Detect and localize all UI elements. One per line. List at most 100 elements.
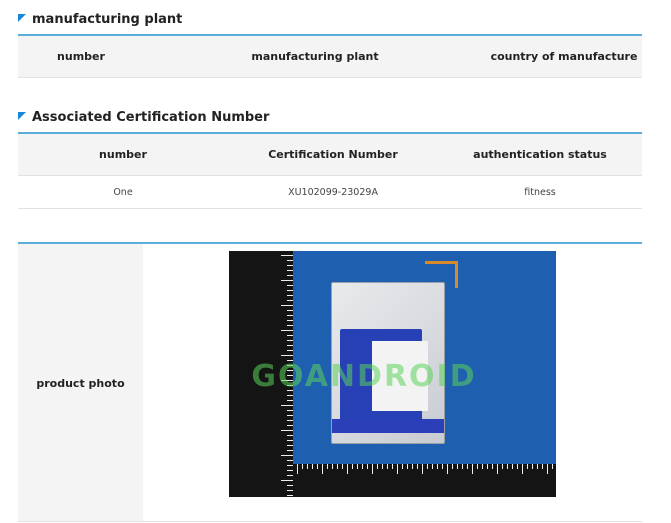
ruler-tick	[422, 464, 423, 474]
ruler-tick	[287, 415, 293, 416]
ruler-tick	[287, 350, 293, 351]
column-header-number: number	[99, 148, 147, 161]
ruler-tick	[302, 464, 303, 469]
ruler-tick	[467, 464, 468, 469]
flex-cable	[425, 261, 458, 288]
ruler-tick	[281, 405, 293, 406]
column-header-manufacturing-plant: manufacturing plant	[251, 50, 379, 63]
product-photo-section: product photo GOANDROID	[18, 242, 642, 522]
ruler-tick	[517, 464, 518, 469]
ruler-tick	[287, 265, 293, 266]
ruler-tick	[552, 464, 553, 469]
column-header-certification-number: Certification Number	[268, 148, 398, 161]
section-title-text: manufacturing plant	[32, 12, 183, 27]
ruler-tick	[437, 464, 438, 469]
ruler-tick	[287, 420, 293, 421]
ruler-tick	[287, 270, 293, 271]
ruler-tick	[537, 464, 538, 469]
ruler-tick	[287, 310, 293, 311]
ruler-tick	[287, 285, 293, 286]
ruler-tick	[412, 464, 413, 469]
ruler-tick	[337, 464, 338, 469]
ruler-tick	[527, 464, 528, 469]
ruler-tick	[281, 430, 293, 431]
ruler-tick	[327, 464, 328, 469]
ruler-tick	[287, 300, 293, 301]
ruler-tick	[447, 464, 448, 474]
ruler-tick	[362, 464, 363, 469]
section-marker-icon	[18, 112, 26, 120]
ruler-tick	[281, 280, 293, 281]
ruler-tick	[452, 464, 453, 469]
ruler-tick	[281, 355, 293, 356]
ruler-tick	[532, 464, 533, 469]
ruler-tick	[497, 464, 498, 474]
ruler-tick	[287, 340, 293, 341]
table-bottom-rule	[18, 521, 642, 522]
column-header-authentication-status: authentication status	[473, 148, 607, 161]
table-row: One XU102099-23029A fitness	[18, 176, 642, 209]
ruler-tick	[332, 464, 333, 469]
ruler-tick	[307, 464, 308, 469]
ruler-tick	[462, 464, 463, 469]
ruler-tick	[287, 450, 293, 451]
ruler-tick	[392, 464, 393, 469]
table-header-row: number Certification Number authenticati…	[18, 134, 642, 176]
ruler-tick	[287, 320, 293, 321]
ruler-tick	[287, 435, 293, 436]
ruler-tick	[287, 425, 293, 426]
ruler-tick	[287, 275, 293, 276]
ruler-tick	[482, 464, 483, 469]
ruler-tick	[287, 460, 293, 461]
ruler-tick	[287, 395, 293, 396]
section-marker-icon	[18, 14, 26, 22]
certification-table: number Certification Number authenticati…	[18, 132, 642, 209]
ruler-tick	[487, 464, 488, 469]
ruler-tick	[287, 260, 293, 261]
ruler-tick	[342, 464, 343, 469]
ruler-tick	[522, 464, 523, 474]
ruler-tick	[502, 464, 503, 469]
ruler-tick	[287, 345, 293, 346]
ruler-tick	[347, 464, 348, 474]
column-header-country: country of manufacture	[490, 50, 638, 63]
ruler-tick	[407, 464, 408, 469]
ruler-tick	[287, 445, 293, 446]
section-title-manufacturing-plant: manufacturing plant	[18, 12, 182, 27]
ruler-tick	[397, 464, 398, 474]
ruler-tick	[547, 464, 548, 474]
manufacturing-plant-table: number manufacturing plant country of ma…	[18, 34, 642, 78]
ruler-tick	[377, 464, 378, 469]
ruler-tick	[542, 464, 543, 469]
ruler-tick	[281, 255, 293, 256]
ruler-tick	[352, 464, 353, 469]
product-photo: GOANDROID	[229, 251, 556, 497]
ruler-tick	[312, 464, 313, 469]
ruler-tick	[281, 305, 293, 306]
ruler-tick	[477, 464, 478, 469]
ruler-tick	[387, 464, 388, 469]
ruler-tick	[287, 335, 293, 336]
ruler-tick	[287, 440, 293, 441]
ruler-tick	[287, 410, 293, 411]
ruler-tick	[472, 464, 473, 474]
ruler-tick	[417, 464, 418, 469]
ruler-tick	[322, 464, 323, 474]
ruler-tick	[281, 330, 293, 331]
ruler-tick	[367, 464, 368, 469]
ruler-tick	[287, 325, 293, 326]
ruler-tick	[287, 295, 293, 296]
battery-strip	[332, 419, 444, 433]
ruler-tick	[287, 290, 293, 291]
ruler-tick	[402, 464, 403, 469]
cell-certification-number: XU102099-23029A	[288, 186, 378, 198]
table-header-row: number manufacturing plant country of ma…	[18, 36, 642, 78]
section-title-certification: Associated Certification Number	[18, 110, 269, 125]
watermark-logo: GOANDROID	[251, 359, 477, 394]
ruler-tick	[281, 480, 293, 481]
cell-authentication-status: fitness	[524, 186, 556, 198]
ruler-tick	[281, 455, 293, 456]
horizontal-ruler	[293, 464, 556, 497]
section-title-text: Associated Certification Number	[32, 110, 270, 125]
product-photo-label: product photo	[18, 244, 143, 522]
